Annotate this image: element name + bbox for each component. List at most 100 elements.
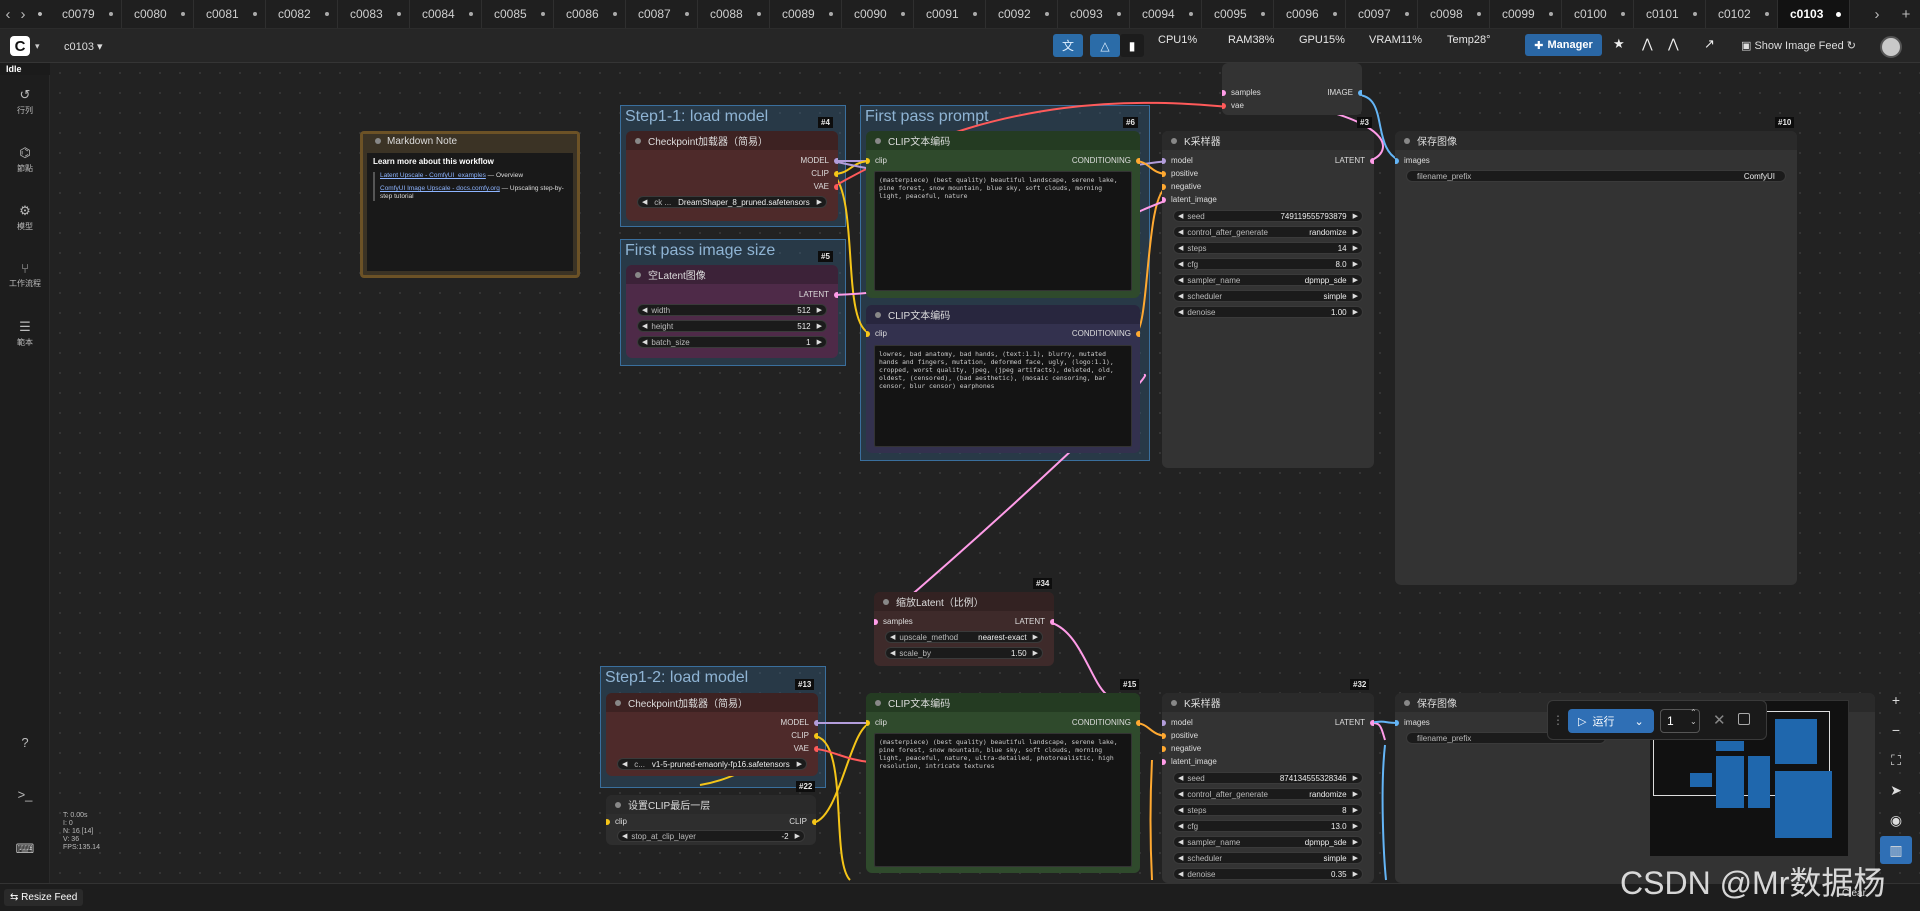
tab-scroll-left-icon[interactable]: ‹ (0, 0, 16, 28)
prompt-textarea[interactable]: lowres, bad anatomy, bad hands, (text:1.… (874, 345, 1132, 447)
tab-next-icon[interactable]: › (1862, 0, 1892, 28)
decrement-icon[interactable]: ◀ (1178, 774, 1183, 782)
input-negative[interactable]: negative (1162, 744, 1201, 754)
chevron-down-icon[interactable]: ⌄ (1634, 715, 1643, 728)
tab-c0093[interactable]: c0093 (1058, 0, 1130, 28)
keyboard-icon[interactable]: ⌨ (0, 841, 50, 857)
clip-text-encode-positive-node[interactable]: CLIP文本编码 clip CONDITIONING (masterpiece)… (866, 131, 1140, 298)
batch-size-widget[interactable]: ◀ batch_size 1 ▶ (637, 336, 827, 348)
save-image-node[interactable]: 保存图像 images filename_prefix ComfyUI (1395, 131, 1797, 585)
increment-icon[interactable]: ▶ (1353, 854, 1358, 862)
stepper-icon[interactable]: ⌃ ⌄ (1690, 708, 1697, 726)
steps-widget[interactable]: ◀ steps 8 ▶ (1173, 804, 1363, 816)
tab-c0103[interactable]: c0103 (1778, 0, 1850, 28)
input-positive[interactable]: positive (1162, 169, 1198, 179)
scheduler-widget[interactable]: ◀ scheduler simple ▶ (1173, 852, 1363, 864)
seed-widget[interactable]: ◀ seed 874134555328346 ▶ (1173, 772, 1363, 784)
tab-c0101[interactable]: c0101 (1634, 0, 1706, 28)
ckpt-name-widget[interactable]: ◀ c... v1-5-pruned-emaonly-fp16.safetensor… (617, 758, 807, 770)
tab-c0097[interactable]: c0097 (1346, 0, 1418, 28)
decrement-icon[interactable]: ◀ (1178, 276, 1183, 284)
filename-prefix-widget[interactable]: filename_prefix ComfyUI (1406, 170, 1786, 182)
bookmark-icon[interactable]: ▮ (1120, 34, 1144, 57)
show-image-feed-button[interactable]: ▣ Show Image Feed ↻ (1741, 39, 1856, 52)
increment-icon[interactable]: ▶ (1353, 308, 1358, 316)
tab-c0086[interactable]: c0086 (554, 0, 626, 28)
increment-icon[interactable]: ▶ (1353, 806, 1358, 814)
increment-icon[interactable]: ▶ (1353, 228, 1358, 236)
control-after-generate-widget[interactable]: ◀ control_after_generate randomize ▶ (1173, 788, 1363, 800)
tab-c0090[interactable]: c0090 (842, 0, 914, 28)
comfy-logo-icon[interactable]: C (10, 36, 30, 56)
clip-text-encode-node-2[interactable]: CLIP文本编码 clip CONDITIONING (masterpiece)… (866, 693, 1140, 873)
checkpoint-loader-node-2[interactable]: Checkpoint加载器（简易） MODEL CLIP VAE ◀ c... v1… (606, 693, 818, 776)
sidebar-item-workflows[interactable]: ⑂ 工作流程 (0, 261, 50, 289)
denoise-widget[interactable]: ◀ denoise 0.35 ▶ (1173, 868, 1363, 880)
stop-icon[interactable] (1738, 713, 1750, 725)
output-conditioning[interactable]: CONDITIONING (1072, 718, 1140, 728)
ksampler-node-2[interactable]: K采样器 model LATENT positive negative late… (1162, 693, 1374, 883)
tab-c0092[interactable]: c0092 (986, 0, 1058, 28)
resize-feed-button[interactable]: ⇆ Resize Feed (4, 889, 84, 906)
note-link[interactable]: Latent Upscale - ComfyUI_examples (380, 172, 486, 179)
ksampler-node[interactable]: K采样器 model LATENT positive negative late… (1162, 131, 1374, 468)
clip-text-encode-negative-node[interactable]: CLIP文本编码 clip CONDITIONING lowres, bad a… (866, 305, 1140, 453)
manager-button[interactable]: ✚ Manager (1525, 34, 1602, 56)
chevron-down-icon[interactable]: ▾ (35, 41, 40, 52)
output-clip[interactable]: CLIP (791, 731, 818, 741)
tab-c0083[interactable]: c0083 (338, 0, 410, 28)
output-clip[interactable]: CLIP (789, 817, 816, 827)
tab-c0091[interactable]: c0091 (914, 0, 986, 28)
height-widget[interactable]: ◀ height 512 ▶ (637, 320, 827, 332)
prompt-textarea[interactable]: (masterpiece) (best quality) beautiful l… (874, 733, 1132, 867)
increment-icon[interactable]: ▶ (1353, 790, 1358, 798)
decrement-icon[interactable]: ◀ (1178, 228, 1183, 236)
tab-c0094[interactable]: c0094 (1130, 0, 1202, 28)
tab-c0088[interactable]: c0088 (698, 0, 770, 28)
input-negative[interactable]: negative (1162, 182, 1201, 192)
checkpoint-loader-node[interactable]: Checkpoint加载器（简易） MODEL CLIP VAE ◀ ck ...… (626, 131, 838, 221)
input-model[interactable]: model (1162, 156, 1193, 166)
prompt-textarea[interactable]: (masterpiece) (best quality) beautiful l… (874, 171, 1132, 291)
eye-icon[interactable]: ◉ (1880, 806, 1912, 834)
latent-upscale-by-node[interactable]: 缩放Latent（比例） samples LATENT ◀ upscale_met… (874, 592, 1054, 666)
fit-view-icon[interactable]: ⛶ (1880, 746, 1912, 774)
output-latent[interactable]: LATENT (1015, 617, 1054, 627)
help-icon[interactable]: ? (0, 735, 50, 750)
output-vae[interactable]: VAE (794, 744, 818, 754)
input-vae[interactable]: vae (1222, 101, 1244, 111)
decrement-icon[interactable]: ◀ (1178, 292, 1183, 300)
output-vae[interactable]: VAE (814, 182, 838, 192)
input-images[interactable]: images (1395, 718, 1430, 728)
decrement-icon[interactable]: ◀ (1178, 822, 1183, 830)
tab-c0098[interactable]: c0098 (1418, 0, 1490, 28)
sampler-name-widget[interactable]: ◀ sampler_name dpmpp_sde ▶ (1173, 836, 1363, 848)
tab-c0082[interactable]: c0082 (266, 0, 338, 28)
input-samples[interactable]: samples (1222, 88, 1261, 98)
seed-widget[interactable]: ◀ seed 749119555793879 ▶ (1173, 210, 1363, 222)
input-samples[interactable]: samples (874, 617, 913, 627)
output-model[interactable]: MODEL (781, 718, 818, 728)
increment-icon[interactable]: ▶ (1353, 212, 1358, 220)
tab-c0079[interactable]: c0079 (50, 0, 122, 28)
run-button[interactable]: ▷ 运行 ⌄ (1568, 709, 1654, 733)
output-model[interactable]: MODEL (801, 156, 838, 166)
increment-icon[interactable]: ▶ (1353, 838, 1358, 846)
sidebar-item-nodes[interactable]: ⌬ 節點 (0, 145, 50, 174)
select-mode-icon[interactable]: ➤ (1880, 776, 1912, 804)
tab-c0081[interactable]: c0081 (194, 0, 266, 28)
increment-icon[interactable]: ▶ (1353, 774, 1358, 782)
tab-c0099[interactable]: c0099 (1490, 0, 1562, 28)
new-tab-icon[interactable]: + (1892, 0, 1920, 28)
compare-icon[interactable]: ⋀ (1642, 36, 1653, 52)
clear-button[interactable]: Clear (1842, 888, 1866, 899)
terminal-icon[interactable]: >_ (0, 787, 50, 802)
tab-c0085[interactable]: c0085 (482, 0, 554, 28)
upscale-method-widget[interactable]: ◀ upscale_method nearest-exact ▶ (885, 631, 1043, 643)
note-link[interactable]: ComfyUI Image Upscale - docs.comfy.org (380, 185, 500, 192)
decrement-icon[interactable]: ◀ (1178, 790, 1183, 798)
output-latent[interactable]: LATENT (1335, 718, 1374, 728)
input-clip[interactable]: clip (606, 817, 627, 827)
ckpt-name-widget[interactable]: ◀ ck ... DreamShaper_8_pruned.safetensors ▶ (637, 196, 827, 208)
decrement-icon[interactable]: ◀ (1178, 308, 1183, 316)
